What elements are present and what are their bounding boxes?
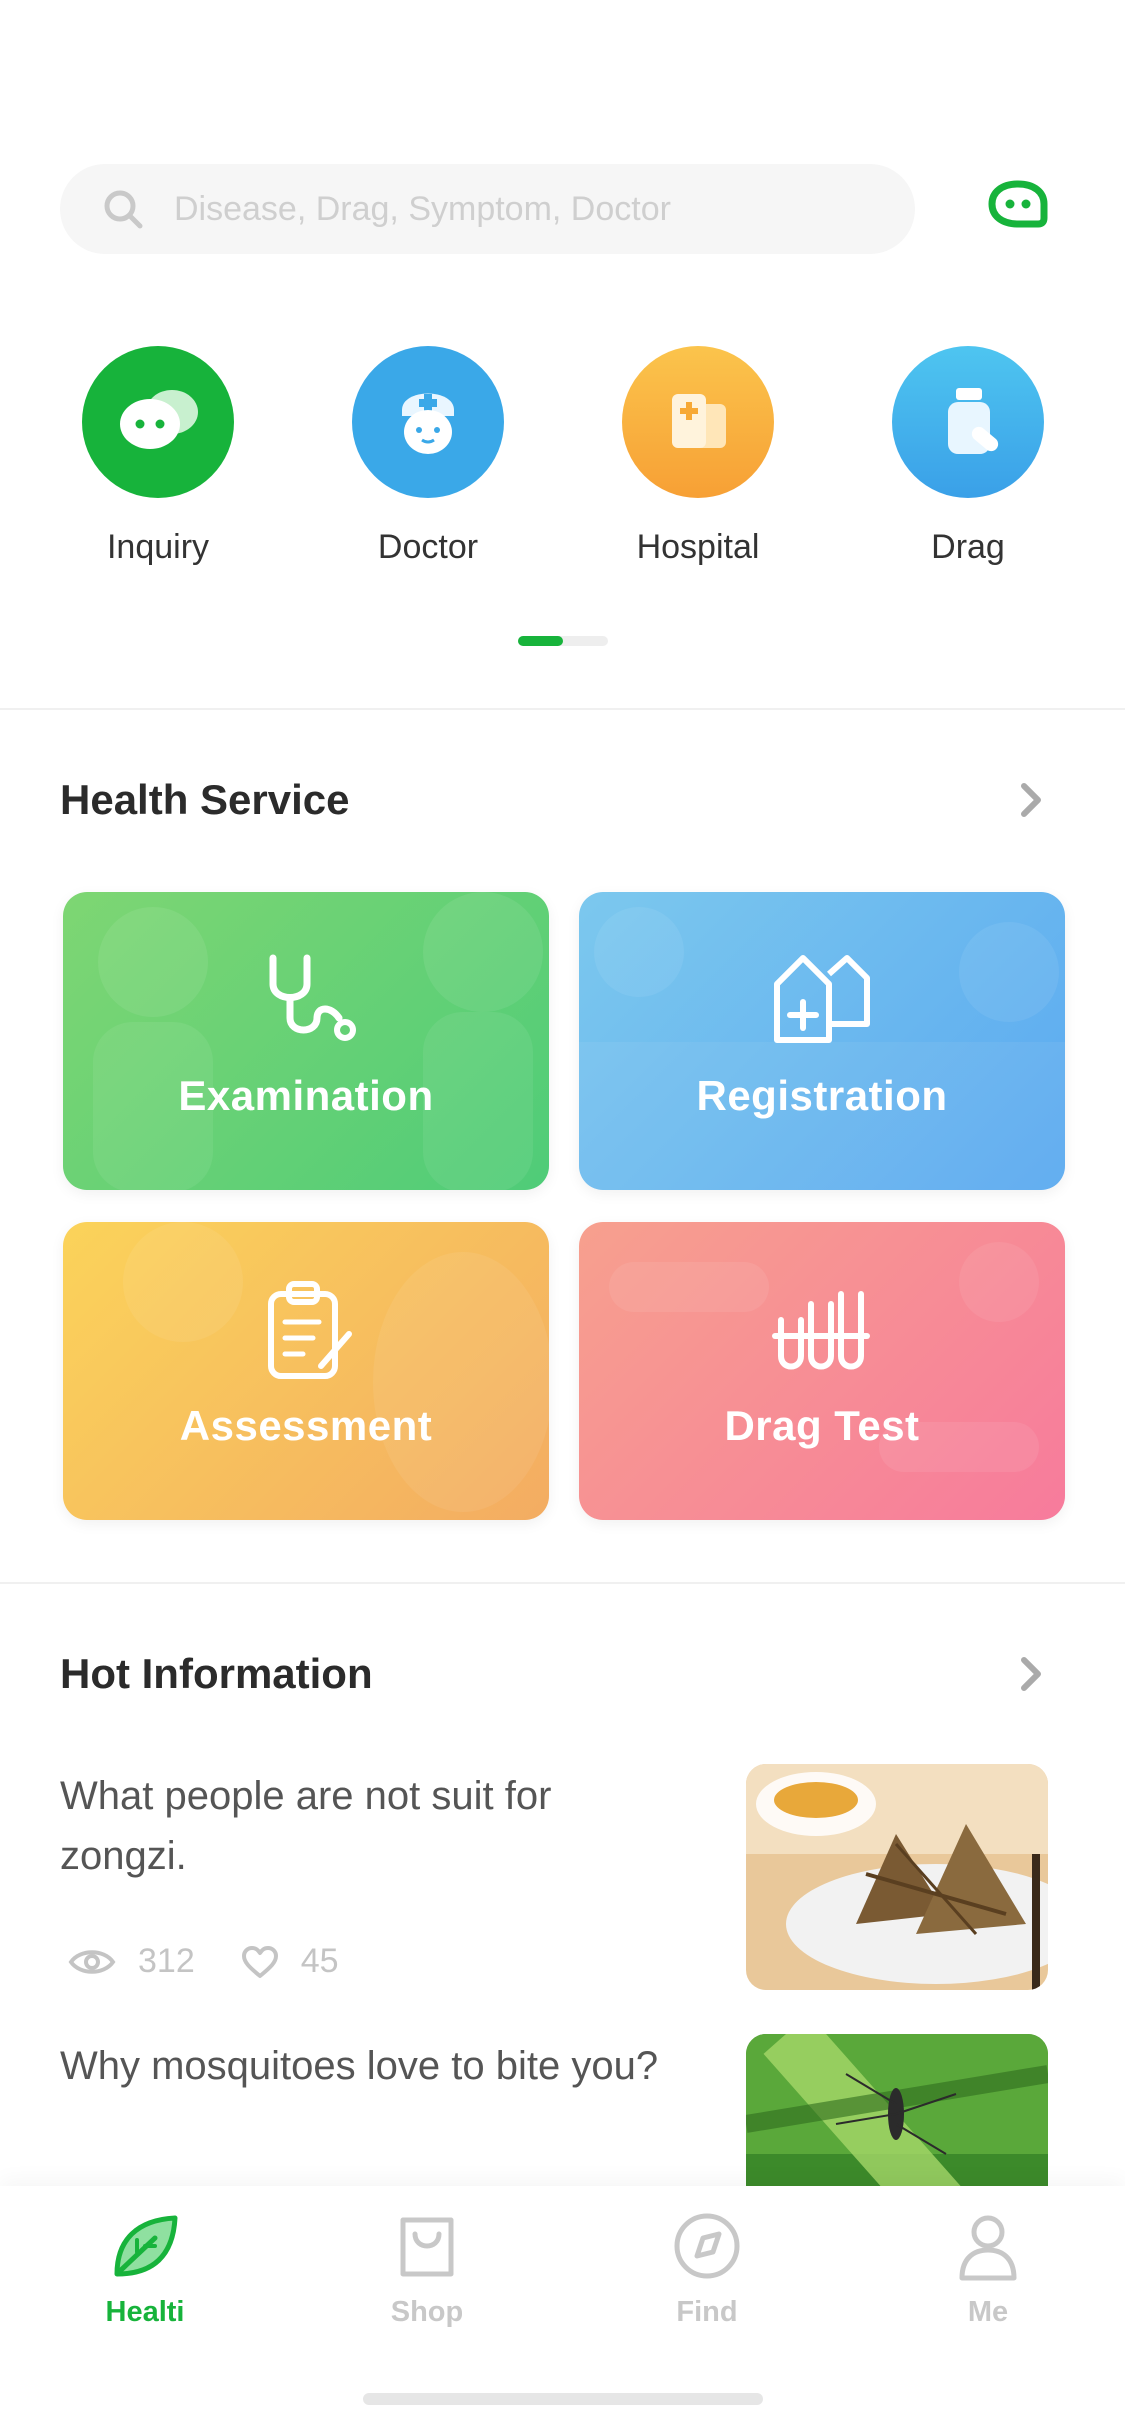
likes-count: 45 (300, 1942, 339, 1980)
chevron-right-icon[interactable] (1016, 780, 1046, 820)
examination-card[interactable]: Examination (63, 892, 549, 1190)
quick-entry-inquiry[interactable]: Inquiry (58, 346, 258, 567)
person-icon (959, 2215, 1017, 2281)
hospital-icon (622, 346, 774, 498)
article-stats: 312 45 (68, 1942, 385, 1981)
drag-test-card[interactable]: Drag Test (579, 1222, 1065, 1520)
likes-stat: 45 (241, 1942, 339, 1981)
quick-entry-doctor[interactable]: Doctor (328, 346, 528, 567)
shopping-bag-icon (400, 2217, 454, 2277)
heart-icon[interactable] (241, 1945, 279, 1979)
quick-entry-label: Drag (931, 528, 1005, 566)
search-bar[interactable] (60, 164, 915, 254)
tab-healti[interactable]: Healti (45, 2210, 245, 2329)
article-title[interactable]: Why mosquitoes love to bite you? (60, 2036, 680, 2096)
search-input[interactable] (174, 189, 874, 229)
quick-entries: Inquiry Doctor Hospital Drag (0, 346, 1125, 576)
examination-label: Examination (178, 1072, 434, 1119)
tab-label: Healti (105, 2296, 185, 2328)
search-icon (104, 190, 143, 229)
tab-find[interactable]: Find (607, 2210, 807, 2329)
assessment-card[interactable]: Assessment (63, 1222, 549, 1520)
medicine-bottle-icon (892, 346, 1044, 498)
hot-information-title: Hot Information (60, 1650, 373, 1697)
divider (0, 1582, 1125, 1584)
doctor-icon (352, 346, 504, 498)
compass-icon (674, 2213, 740, 2279)
tab-label: Shop (390, 2296, 464, 2328)
chevron-right-icon[interactable] (1016, 1654, 1046, 1694)
quick-entry-hospital[interactable]: Hospital (598, 346, 798, 567)
health-service-title: Health Service (60, 776, 350, 823)
tab-me[interactable]: Me (888, 2210, 1088, 2329)
views-count: 312 (138, 1942, 195, 1980)
quick-entry-drag[interactable]: Drag (868, 346, 1068, 567)
views-stat: 312 (68, 1942, 195, 1981)
clipboard-icon (268, 1281, 352, 1379)
carousel-pager (518, 636, 608, 646)
stethoscope-icon (269, 954, 356, 1041)
chat-bubbles-icon (82, 346, 234, 498)
test-tubes-icon (772, 1291, 870, 1370)
hospital-building-icon (774, 955, 870, 1043)
quick-entry-label: Doctor (377, 528, 479, 566)
chat-bubble-icon[interactable] (988, 180, 1048, 232)
leaf-icon (114, 2215, 178, 2277)
quick-entry-label: Inquiry (106, 528, 210, 566)
article-title[interactable]: What people are not suit for zongzi. (60, 1766, 680, 1886)
quick-entry-label: Hospital (636, 528, 760, 566)
pager-thumb (518, 636, 563, 646)
tab-shop[interactable]: Shop (327, 2210, 527, 2329)
tab-label: Me (967, 2296, 1009, 2328)
divider (0, 708, 1125, 710)
drag-test-label: Drag Test (724, 1402, 920, 1449)
eye-icon (68, 1949, 116, 1974)
zongzi-image[interactable] (746, 1764, 1048, 1990)
assessment-label: Assessment (179, 1402, 433, 1449)
registration-card[interactable]: Registration (579, 892, 1065, 1190)
home-indicator[interactable] (363, 2393, 763, 2405)
registration-label: Registration (696, 1072, 948, 1119)
tab-label: Find (676, 2296, 738, 2328)
